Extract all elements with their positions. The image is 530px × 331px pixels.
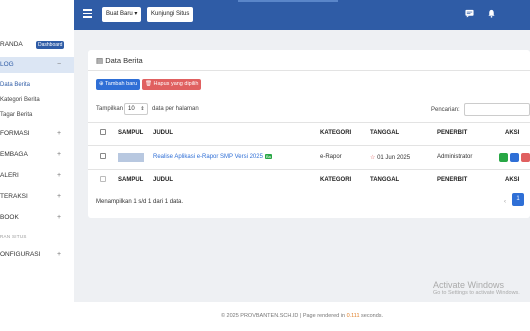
header-kategori[interactable]: KATEGORI bbox=[320, 130, 351, 136]
sidebar-item-beranda[interactable]: RANDA Dashboard bbox=[0, 37, 74, 53]
page-size-value: 10 bbox=[128, 106, 135, 112]
star-icon: ☆ bbox=[370, 155, 376, 161]
sidebar-item-blog[interactable]: LOG − bbox=[0, 57, 74, 73]
news-title-link[interactable]: Realise Aplikasi e-Rapor SMP Versi 2025 B… bbox=[153, 154, 272, 160]
news-category: e-Rapor bbox=[320, 154, 342, 160]
divider bbox=[88, 169, 530, 170]
footer-tanggal: TANGGAL bbox=[370, 177, 400, 183]
pagination-prev[interactable]: ‹ bbox=[504, 199, 506, 205]
expand-icon: + bbox=[57, 130, 62, 137]
edit-icon[interactable] bbox=[510, 153, 519, 162]
watermark-line-1: Activate Windows bbox=[433, 280, 505, 290]
header-penerbit[interactable]: PENERBIT bbox=[437, 130, 467, 136]
news-data-card: ▤ Data Berita ⊕ Tambah baru 🗑 Hapus yang… bbox=[88, 50, 530, 218]
card-title-text: Data Berita bbox=[105, 56, 143, 65]
dashboard-badge: Dashboard bbox=[36, 41, 65, 49]
select-all-checkbox[interactable] bbox=[100, 129, 106, 135]
bell-icon[interactable] bbox=[487, 9, 496, 18]
sidebar-subitem-tagar-berita[interactable]: Tagar Berita bbox=[0, 112, 32, 118]
divider bbox=[88, 70, 530, 71]
header-aksi: AKSI bbox=[505, 130, 520, 136]
caret-down-icon: ▾ bbox=[134, 11, 138, 17]
footer-suffix: seconds. bbox=[361, 313, 384, 319]
sidebar-subitem-data-berita[interactable]: Data Berita bbox=[0, 82, 30, 88]
sidebar-item-label: RANDA bbox=[0, 41, 23, 48]
watermark-line-2: Go to Settings to activate Windows. bbox=[433, 290, 520, 296]
sidebar: RANDA Dashboard LOG − Data Berita Katego… bbox=[0, 0, 74, 331]
news-date: ☆ 01 Jun 2025 bbox=[370, 154, 410, 161]
pagination-page-1[interactable]: 1 bbox=[512, 193, 524, 206]
footer-kategori: KATEGORI bbox=[320, 177, 352, 183]
visit-site-button[interactable]: Kunjungi Situs bbox=[147, 7, 194, 22]
page-size-select[interactable]: 10 ⇕ bbox=[124, 103, 148, 115]
sidebar-item-lembaga[interactable]: EMBAGA + bbox=[0, 147, 74, 163]
sidebar-item-label: ALERI bbox=[0, 172, 19, 179]
select-all-checkbox-footer[interactable] bbox=[100, 176, 106, 182]
delete-button-label: Hapus yang dipilih bbox=[153, 81, 199, 87]
sidebar-item-interaksi[interactable]: TERAKSI + bbox=[0, 189, 74, 205]
sidebar-item-label: TERAKSI bbox=[0, 193, 28, 200]
news-date-text: 01 Jun 2025 bbox=[377, 155, 411, 161]
expand-icon: + bbox=[57, 214, 62, 221]
news-publisher: Administrator bbox=[437, 154, 473, 160]
add-button-label: Tambah baru bbox=[105, 81, 138, 87]
sidebar-item-konfigurasi[interactable]: ONFIGURASI + bbox=[0, 247, 74, 263]
topbar-accent bbox=[238, 0, 338, 2]
sidebar-item-label: EMBAGA bbox=[0, 151, 28, 158]
chat-icon[interactable] bbox=[465, 9, 474, 18]
search-input[interactable] bbox=[464, 103, 530, 116]
page-footer: © 2025 PROVBANTEN.SCH.ID | Page rendered… bbox=[74, 302, 530, 331]
sidebar-item-label: FORMASI bbox=[0, 130, 30, 137]
expand-icon: + bbox=[57, 151, 62, 158]
show-suffix: data per halaman bbox=[152, 106, 199, 112]
header-sampul[interactable]: SAMPUL bbox=[118, 130, 143, 136]
select-arrows-icon: ⇕ bbox=[140, 106, 145, 112]
trash-icon: 🗑 bbox=[145, 81, 152, 87]
search-label: Pencarian: bbox=[431, 107, 460, 113]
sidebar-item-label: LOG bbox=[0, 61, 14, 68]
sidebar-subitem-kategori-berita[interactable]: Kategori Berita bbox=[0, 97, 40, 103]
plus-circle-icon: ⊕ bbox=[99, 81, 104, 87]
header-judul[interactable]: JUDUL bbox=[153, 130, 173, 136]
header-tanggal[interactable]: TANGGAL bbox=[370, 130, 399, 136]
sidebar-item-label: ONFIGURASI bbox=[0, 251, 41, 258]
approve-icon[interactable] bbox=[499, 153, 508, 162]
expand-icon: + bbox=[57, 172, 62, 179]
footer-prefix: © 2025 PROVBANTEN.SCH.ID | Page rendered… bbox=[220, 313, 346, 319]
sidebar-item-ebook[interactable]: BOOK + bbox=[0, 210, 74, 226]
newspaper-icon: ▤ bbox=[96, 56, 104, 65]
topbar: Buat Baru ▾ Kunjungi Situs bbox=[74, 0, 530, 30]
new-badge: Ba bbox=[264, 154, 272, 159]
hamburger-menu-icon[interactable] bbox=[83, 9, 92, 18]
news-title-text: Realise Aplikasi e-Rapor SMP Versi 2025 bbox=[153, 154, 263, 160]
cover-thumbnail bbox=[118, 153, 144, 162]
new-button-label: Buat Baru bbox=[106, 11, 133, 17]
expand-icon: + bbox=[57, 251, 62, 258]
card-title: ▤ Data Berita bbox=[96, 56, 143, 65]
row-checkbox[interactable] bbox=[100, 153, 106, 159]
show-prefix: Tampilkan bbox=[96, 106, 124, 112]
activate-windows-watermark: Activate Windows Go to Settings to activ… bbox=[433, 280, 520, 296]
delete-selected-button[interactable]: 🗑 Hapus yang dipilih bbox=[142, 79, 202, 90]
delete-icon[interactable] bbox=[521, 153, 530, 162]
render-time: 0.111 bbox=[346, 313, 360, 319]
new-dropdown-button[interactable]: Buat Baru ▾ bbox=[102, 7, 142, 22]
divider bbox=[88, 145, 530, 146]
expand-icon: + bbox=[57, 193, 62, 200]
collapse-icon: − bbox=[57, 61, 62, 68]
table-info: Menampilkan 1 s/d 1 dari 1 data. bbox=[96, 199, 184, 205]
sidebar-item-label: BOOK bbox=[0, 214, 19, 221]
footer-judul: JUDUL bbox=[153, 177, 174, 183]
footer-aksi: AKSI bbox=[505, 177, 520, 183]
sidebar-item-informasi[interactable]: FORMASI + bbox=[0, 126, 74, 142]
divider bbox=[88, 122, 530, 123]
footer-penerbit: PENERBIT bbox=[437, 177, 468, 183]
add-new-button[interactable]: ⊕ Tambah baru bbox=[96, 79, 141, 90]
sidebar-section-caption: RAN SITUS bbox=[0, 234, 27, 239]
sidebar-item-galeri[interactable]: ALERI + bbox=[0, 168, 74, 184]
footer-sampul: SAMPUL bbox=[118, 177, 144, 183]
